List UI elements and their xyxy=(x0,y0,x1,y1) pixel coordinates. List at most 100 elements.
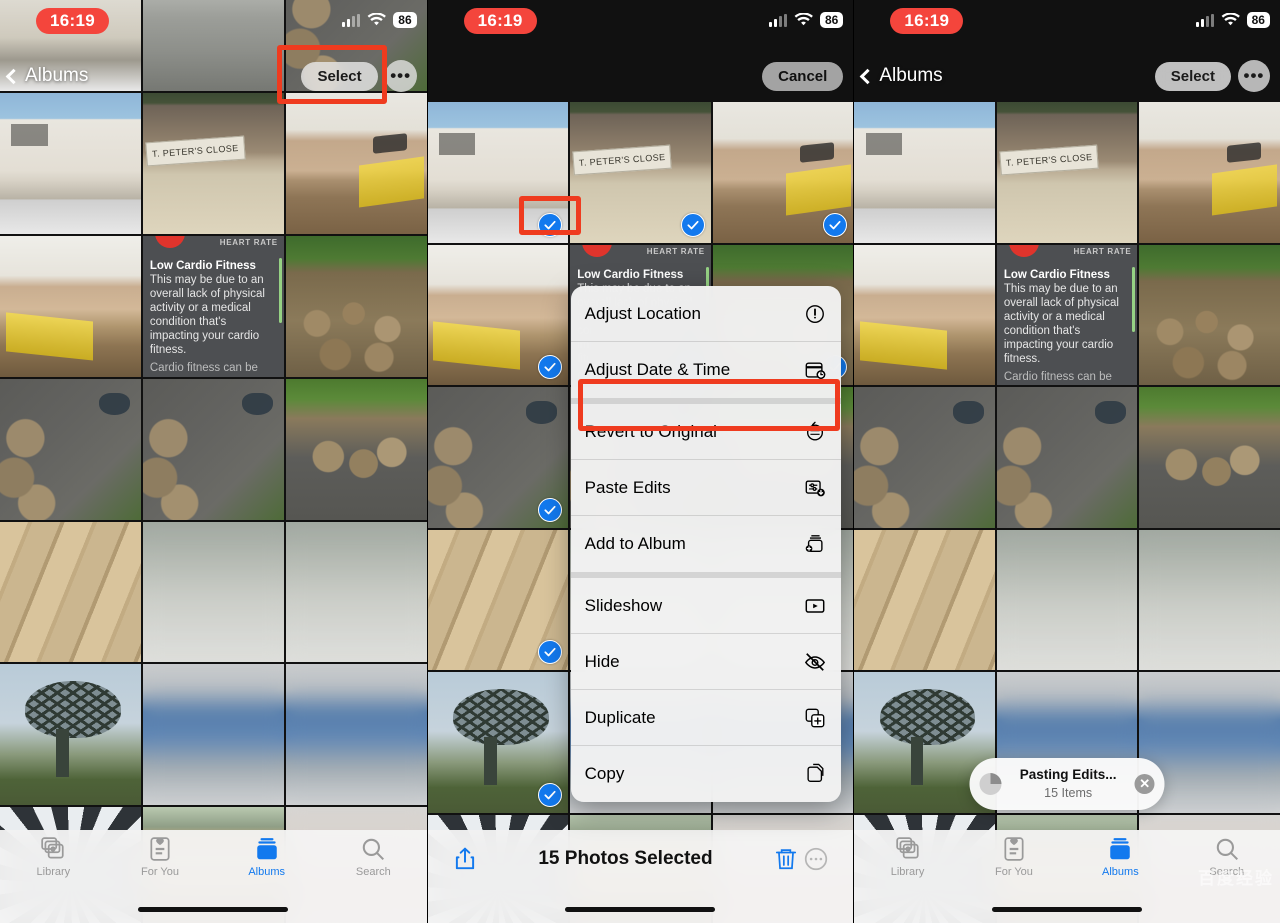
select-button[interactable]: Select xyxy=(1154,61,1231,91)
health-red-indicator xyxy=(1008,244,1039,257)
albums-icon xyxy=(1107,836,1133,862)
search-icon xyxy=(360,836,386,862)
menu-item-paste-edits[interactable]: Paste Edits xyxy=(570,460,841,516)
back-to-albums-button[interactable]: Albums xyxy=(5,65,88,87)
health-red-indicator xyxy=(582,244,613,257)
slideshow-icon xyxy=(803,594,827,618)
menu-item-hide[interactable]: Hide xyxy=(570,634,841,690)
cancel-button[interactable]: Cancel xyxy=(762,61,844,91)
photo-thumbnail-selected[interactable] xyxy=(712,102,854,243)
search-icon xyxy=(1214,836,1240,862)
photo-thumbnail[interactable] xyxy=(285,521,427,663)
tab-label: Library xyxy=(890,866,925,878)
revert-icon xyxy=(803,420,827,444)
sidebar-item-albums[interactable]: Albums xyxy=(1067,836,1173,878)
selection-checkmark[interactable] xyxy=(538,782,563,807)
selection-checkmark[interactable] xyxy=(823,212,848,237)
photo-thumbnail[interactable] xyxy=(142,378,284,520)
health-card-title: Low Cardio Fitness xyxy=(149,259,256,272)
photo-thumbnail[interactable] xyxy=(1139,529,1280,671)
sidebar-item-for-you[interactable]: For You xyxy=(107,836,214,878)
menu-item-label: Revert to Original xyxy=(584,421,717,441)
eye-slash-icon xyxy=(803,650,827,674)
photo-thumbnail-selected[interactable]: T. PETER'S CLOSE xyxy=(570,102,711,243)
menu-item-label: Adjust Date & Time xyxy=(584,360,731,379)
sidebar-item-library[interactable]: Library xyxy=(854,836,960,878)
photo-thumbnail[interactable] xyxy=(0,664,141,806)
health-card-more: Cardio fitness can be xyxy=(1003,370,1112,383)
photo-thumbnail[interactable] xyxy=(0,235,141,377)
cellular-bars-icon xyxy=(1195,13,1214,27)
share-icon[interactable] xyxy=(450,844,480,874)
photo-thumbnail[interactable] xyxy=(285,378,427,520)
photo-thumbnail[interactable] xyxy=(142,664,284,806)
menu-item-copy[interactable]: Copy xyxy=(571,746,841,802)
photo-thumbnail[interactable] xyxy=(285,235,427,377)
photo-thumbnail[interactable] xyxy=(854,387,995,528)
context-menu: Adjust Location Adjust Date & Time Rever… xyxy=(570,286,841,802)
menu-item-revert-to-original[interactable]: Revert to Original xyxy=(570,404,841,460)
photo-thumbnail[interactable] xyxy=(1139,102,1280,243)
navigation-bar: Albums Select ••• xyxy=(0,50,427,102)
photo-thumbnail-selected[interactable] xyxy=(427,529,569,671)
ellipsis-icon[interactable]: ••• xyxy=(1237,60,1270,92)
photo-thumbnail[interactable]: T. PETER'S CLOSE xyxy=(142,92,284,234)
location-adjust-icon xyxy=(803,302,827,326)
add-to-album-icon xyxy=(803,532,827,556)
photo-thumbnail-selected[interactable] xyxy=(427,102,569,243)
photo-thumbnail[interactable] xyxy=(854,244,995,386)
photo-thumbnail-selected[interactable] xyxy=(427,244,569,386)
photo-thumbnail[interactable] xyxy=(996,529,1138,671)
selection-checkmark[interactable] xyxy=(680,212,705,237)
selection-checkmark[interactable] xyxy=(538,640,563,665)
selection-checkmark[interactable] xyxy=(538,212,563,237)
panel-albums-grid: T. PETER'S CLOSE HEART RATE Low Cardio F… xyxy=(0,0,427,923)
photo-thumbnail[interactable] xyxy=(854,529,995,671)
menu-item-slideshow[interactable]: Slideshow xyxy=(570,578,841,634)
photo-thumbnail-selected[interactable] xyxy=(427,387,569,528)
photo-thumbnail[interactable] xyxy=(0,92,141,234)
menu-item-label: Slideshow xyxy=(584,595,663,615)
selection-checkmark[interactable] xyxy=(538,355,563,380)
status-time: 16:19 xyxy=(463,8,537,34)
selection-checkmark[interactable] xyxy=(538,497,563,522)
tab-label: Library xyxy=(36,866,71,878)
photo-thumbnail[interactable] xyxy=(996,387,1138,528)
photo-thumbnail-health-notification[interactable]: HEART RATE Low Cardio Fitness This may b… xyxy=(142,235,284,377)
context-menu-group: Revert to Original Paste Edits Add to Al… xyxy=(570,398,841,572)
back-to-albums-button[interactable]: Albums xyxy=(860,65,943,87)
photo-thumbnail-selected[interactable] xyxy=(427,672,569,813)
health-card-body: This may be due to an overall lack of ph… xyxy=(149,274,265,357)
select-button[interactable]: Select xyxy=(301,61,378,91)
health-card-title: Low Cardio Fitness xyxy=(577,268,684,281)
health-category-label: HEART RATE xyxy=(646,246,705,256)
sidebar-item-search[interactable]: Search xyxy=(320,836,427,878)
status-time: 16:19 xyxy=(890,8,964,34)
menu-item-adjust-location[interactable]: Adjust Location xyxy=(570,286,841,342)
photo-thumbnail[interactable]: T. PETER'S CLOSE xyxy=(996,102,1138,243)
photo-thumbnail[interactable] xyxy=(854,102,995,243)
wifi-icon xyxy=(794,13,813,26)
trash-icon[interactable] xyxy=(771,844,801,874)
cellular-bars-icon xyxy=(768,13,787,27)
menu-item-adjust-date-time[interactable]: Adjust Date & Time xyxy=(571,342,841,398)
ellipsis-icon[interactable]: ••• xyxy=(384,60,417,92)
photo-thumbnail[interactable] xyxy=(1139,387,1280,528)
photo-thumbnail[interactable] xyxy=(142,521,284,663)
sidebar-item-library[interactable]: Library xyxy=(0,836,107,878)
photo-thumbnail[interactable] xyxy=(0,378,141,520)
sidebar-item-for-you[interactable]: For You xyxy=(961,836,1067,878)
close-icon[interactable]: ✕ xyxy=(1134,774,1155,794)
photo-thumbnail-health-notification[interactable]: HEART RATE Low Cardio Fitness This may b… xyxy=(996,244,1138,386)
health-card-title: Low Cardio Fitness xyxy=(1003,268,1110,281)
photo-thumbnail[interactable] xyxy=(0,521,141,663)
tab-label: Search xyxy=(355,866,391,878)
scroll-indicator xyxy=(1132,267,1136,332)
menu-item-duplicate[interactable]: Duplicate xyxy=(570,690,841,746)
photo-thumbnail[interactable] xyxy=(285,92,427,234)
sidebar-item-albums[interactable]: Albums xyxy=(213,836,320,878)
ellipsis-circle-icon[interactable] xyxy=(801,844,831,874)
menu-item-add-to-album[interactable]: Add to Album xyxy=(571,516,841,572)
photo-thumbnail[interactable] xyxy=(285,664,427,806)
photo-thumbnail[interactable] xyxy=(1139,244,1280,386)
